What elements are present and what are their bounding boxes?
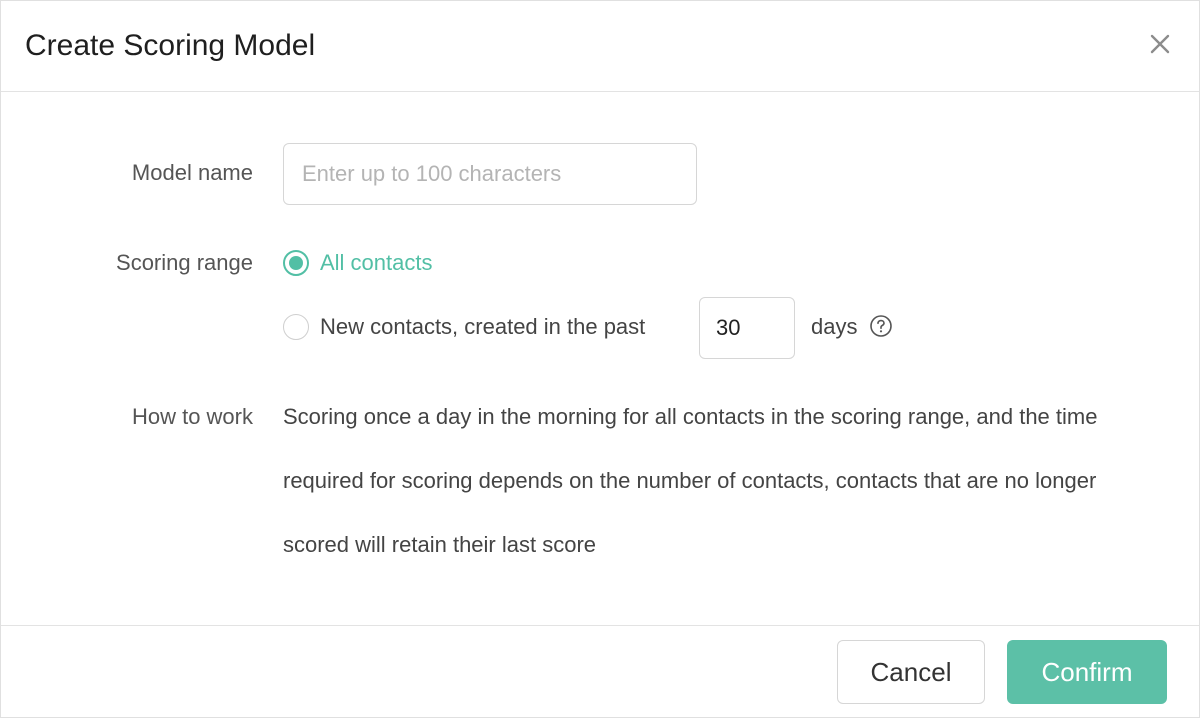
new-contacts-label: New contacts, created in the past bbox=[320, 314, 646, 339]
how-to-work-label: How to work bbox=[131, 404, 253, 429]
close-button[interactable] bbox=[1147, 31, 1173, 57]
cancel-button[interactable]: Cancel bbox=[837, 640, 985, 704]
all-contacts-label: All contacts bbox=[320, 250, 433, 275]
new-contacts-option[interactable]: New contacts, created in the past bbox=[283, 312, 645, 342]
dialog-header: Create Scoring Model bbox=[1, 1, 1199, 92]
scoring-range-label: Scoring range bbox=[116, 250, 253, 275]
confirm-button[interactable]: Confirm bbox=[1007, 640, 1167, 704]
days-input[interactable] bbox=[699, 297, 795, 359]
dialog-title: Create Scoring Model bbox=[25, 29, 316, 62]
all-contacts-radio[interactable] bbox=[283, 250, 309, 276]
dialog-footer: Cancel Confirm bbox=[1, 625, 1199, 718]
model-name-label: Model name bbox=[131, 160, 253, 185]
question-circle-icon[interactable] bbox=[869, 314, 893, 338]
days-suffix: days bbox=[811, 314, 858, 339]
create-scoring-model-dialog: Create Scoring Model Model name Scoring … bbox=[0, 0, 1200, 718]
new-contacts-radio[interactable] bbox=[283, 314, 309, 340]
model-name-input[interactable] bbox=[283, 143, 697, 205]
close-icon bbox=[1150, 34, 1170, 54]
all-contacts-option[interactable]: All contacts bbox=[283, 248, 433, 278]
how-to-work-description: Scoring once a day in the morning for al… bbox=[283, 404, 1098, 557]
